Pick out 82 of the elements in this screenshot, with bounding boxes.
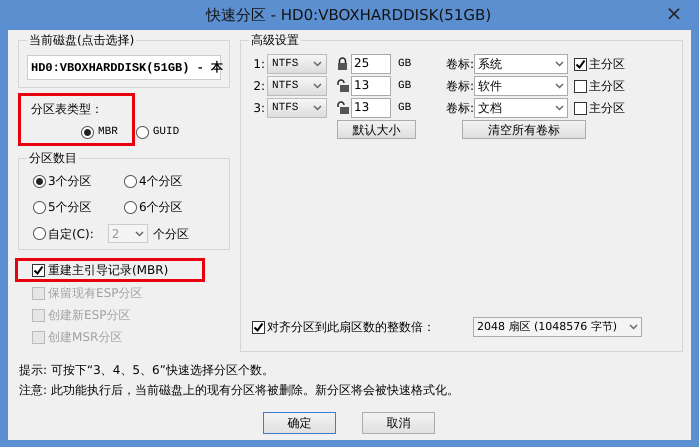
checkbox-label: 保留现有ESP分区 [48, 285, 142, 302]
volume-dropdown[interactable]: 系统 [474, 54, 568, 74]
size-field[interactable]: 13 [351, 76, 391, 96]
field-label: 卷标: [446, 78, 474, 95]
caret-icon [313, 61, 322, 67]
checkbox[interactable] [574, 58, 588, 70]
filesystem-dropdown[interactable]: NTFS [267, 76, 327, 96]
default-size-button[interactable]: 默认大小 [337, 120, 416, 139]
radio-label: 4个分区 [139, 173, 183, 190]
close-button[interactable]: × [657, 2, 691, 24]
row-number: 2: [252, 78, 266, 95]
padlock-open-icon[interactable] [337, 101, 350, 115]
checkbox-label: 主分区 [589, 100, 626, 117]
alignment-dropdown[interactable]: 2048 扇区 (1048576 字节) [473, 317, 642, 337]
padlock-closed-icon[interactable] [337, 57, 350, 71]
unit-label: GB [398, 78, 412, 94]
row-number: 1: [252, 56, 266, 73]
checkbox[interactable] [574, 102, 588, 114]
dropdown-value: 文档 [478, 100, 502, 117]
field-label: 卷标: [446, 56, 474, 73]
hint-text: 注意: 此功能执行后，当前磁盘上的现有分区将被删除。新分区将会被快速格式化。 [19, 382, 460, 398]
dropdown-value: 2048 扇区 (1048576 字节) [477, 318, 618, 335]
radio-button[interactable] [81, 126, 94, 139]
filesystem-dropdown[interactable]: NTFS [267, 54, 327, 74]
radio-button[interactable] [33, 174, 46, 188]
checkbox-label: 重建主引导记录(MBR) [48, 262, 168, 279]
field-value: 25 [354, 55, 370, 71]
radio-label: 3个分区 [48, 173, 92, 190]
radio-label: MBR [98, 125, 118, 140]
volume-dropdown[interactable]: 文档 [474, 98, 568, 118]
checkbox-label: 创建新ESP分区 [48, 307, 130, 324]
radio-button[interactable] [33, 200, 46, 214]
size-field[interactable]: 13 [351, 98, 391, 118]
row-number: 3: [252, 100, 266, 117]
dropdown-value: 软件 [478, 78, 502, 95]
window-title: 快速分区 - HD0:VBOXHARDDISK(51GB) [204, 4, 492, 26]
field-label: 卷标: [446, 100, 474, 117]
disk-selector[interactable]: HD0:VBOXHARDDISK(51GB) - 本 [27, 55, 221, 80]
field-value: 13 [354, 77, 370, 93]
caret-icon [629, 324, 638, 330]
radio-button[interactable] [124, 200, 137, 214]
checkbox-label: 对齐分区到此扇区数的整数倍： [267, 319, 436, 336]
radio-label: 5个分区 [48, 199, 92, 216]
checkbox-label: 主分区 [589, 56, 626, 73]
size-field[interactable]: 25 [351, 54, 391, 74]
field-label: 个分区 [152, 226, 189, 242]
checkbox-label: 创建MSR分区 [48, 329, 122, 346]
caret-icon [555, 83, 564, 89]
checkbox[interactable] [252, 320, 265, 334]
radio-label: GUID [152, 125, 180, 140]
dropdown-value: NTFS [272, 56, 298, 72]
clear-labels-button[interactable]: 清空所有卷标 [462, 120, 586, 139]
filesystem-dropdown[interactable]: NTFS [267, 98, 327, 118]
group-title: 当前磁盘(点击选择) [27, 32, 136, 48]
caret-icon [555, 105, 564, 111]
caret-icon [313, 105, 322, 111]
dropdown-value: NTFS [272, 100, 298, 116]
radio-label: 自定(C): [48, 226, 94, 242]
caret-icon [555, 61, 564, 67]
radio-button[interactable] [33, 227, 46, 240]
dropdown-value: 系统 [478, 56, 502, 73]
checkbox-label: 主分区 [589, 78, 626, 95]
checkbox[interactable] [574, 80, 588, 92]
cancel-button[interactable]: 取消 [362, 412, 435, 434]
dropdown-value: 2 [112, 226, 120, 242]
group-title: 高级设置 [249, 32, 301, 48]
checkbox[interactable] [32, 264, 45, 276]
dropdown-value: NTFS [272, 78, 298, 94]
field-label: 分区表类型： [31, 101, 103, 117]
unit-label: GB [398, 100, 412, 116]
volume-dropdown[interactable]: 软件 [474, 76, 568, 96]
radio-button[interactable] [124, 174, 137, 188]
hint-text: 提示: 可按下“3、4、5、6”快速选择分区个数。 [19, 362, 275, 378]
caret-icon [313, 83, 322, 89]
ok-button[interactable]: 确定 [263, 412, 336, 434]
padlock-open-icon[interactable] [337, 79, 350, 93]
radio-button[interactable] [136, 126, 149, 139]
radio-label: 6个分区 [139, 199, 183, 216]
unit-label: GB [398, 56, 412, 72]
group-title: 分区数目 [27, 150, 79, 166]
field-value: 13 [354, 99, 370, 115]
caret-icon [134, 230, 144, 236]
